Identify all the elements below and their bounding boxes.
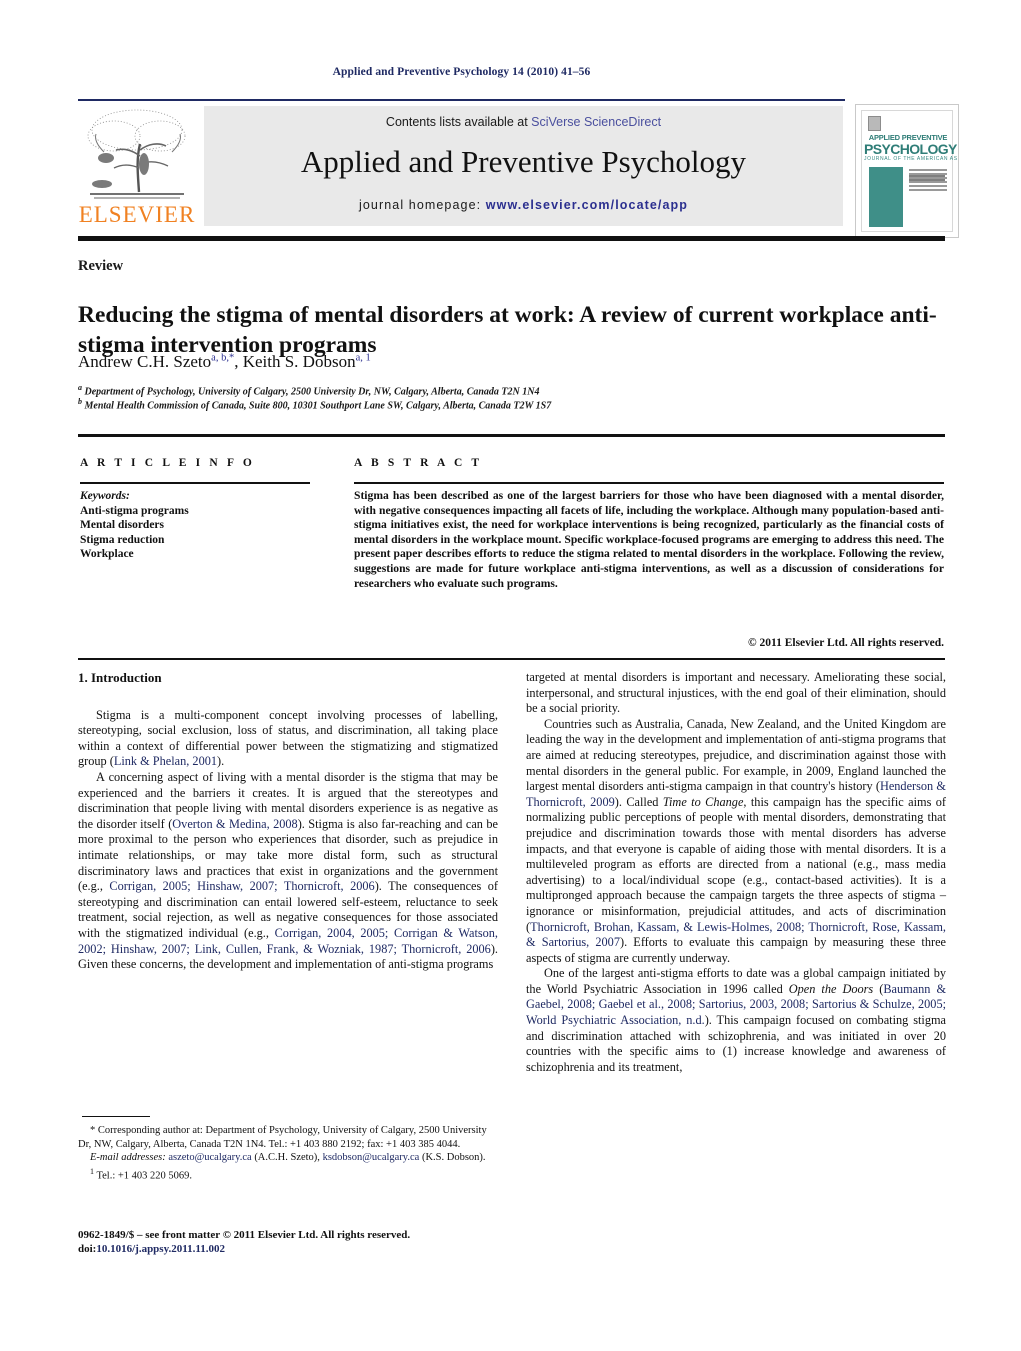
email-link-primary[interactable]: aszeto@ucalgary.ca xyxy=(168,1152,251,1163)
citation-link[interactable]: Sartorius, 2003, 2008; xyxy=(699,997,809,1011)
masthead-top-rule xyxy=(78,99,845,101)
footnote-rule xyxy=(82,1116,150,1117)
keywords-block: Keywords: Anti-stigma programs Mental di… xyxy=(80,489,320,562)
citation-link[interactable]: Overton & Medina, 2008 xyxy=(172,817,297,831)
email-link-secondary[interactable]: ksdobson@ucalgary.ca xyxy=(323,1152,420,1163)
contents-prefix: Contents lists available at xyxy=(385,115,532,129)
paragraph: targeted at mental disorders is importan… xyxy=(526,670,946,716)
running-head: Applied and Preventive Psychology 14 (20… xyxy=(332,66,591,78)
email-owner-secondary: (K.S. Dobson). xyxy=(421,1152,486,1164)
imprint-block: 0962-1849/$ – see front matter © 2011 El… xyxy=(78,1228,508,1256)
keyword-item: Stigma reduction xyxy=(80,533,165,546)
paragraph: Stigma is a multi-component concept invo… xyxy=(78,707,498,769)
journal-title: Applied and Preventive Psychology xyxy=(300,144,747,179)
citation-link[interactable]: World Psychiatric Association, n.d. xyxy=(526,1013,705,1027)
cover-elsevier-icon xyxy=(868,116,881,131)
keyword-item: Anti-stigma programs xyxy=(80,504,189,517)
paragraph: A concerning aspect of living with a men… xyxy=(78,769,499,972)
contents-lists-line: Contents lists available at SciVerse Sci… xyxy=(204,115,843,129)
email-label: E-mail addresses: xyxy=(90,1152,166,1164)
abstract-rule xyxy=(354,482,944,484)
elsevier-wordmark: ELSEVIER xyxy=(78,202,196,227)
citation-link[interactable]: Hinshaw, 2007; xyxy=(111,942,190,956)
citation-link[interactable]: Corrigan, 2005; xyxy=(109,879,190,893)
article-type-label: Review xyxy=(78,258,124,274)
journal-homepage-line: journal homepage: www.elsevier.com/locat… xyxy=(204,198,843,212)
email-owner-primary: (A.C.H. Szeto), xyxy=(254,1152,320,1164)
affiliation-b-marker: b xyxy=(78,397,82,406)
article-head-rule xyxy=(78,434,945,437)
campaign-name: Open the Doors xyxy=(788,981,874,996)
journal-masthead: ELSEVIER Contents lists available at Sci… xyxy=(78,104,959,238)
page-title: Reducing the stigma of mental disorders … xyxy=(78,301,937,358)
citation-link[interactable]: Gaebel et al., 2008; xyxy=(599,997,696,1011)
abstract-text: Stigma has been described as one of the … xyxy=(354,489,944,590)
journal-cover-thumbnail[interactable]: APPLIED PREVENTIVE PSYCHOLOGY JOURNAL OF… xyxy=(855,104,959,238)
cover-subtitle: JOURNAL OF THE AMERICAN ASSOCIATION OF A… xyxy=(864,156,958,162)
telephone-note-marker: 1 xyxy=(90,1166,94,1176)
citation-link[interactable]: Thornicroft, 2006 xyxy=(284,879,375,893)
citation-link[interactable]: Hinshaw, 2007; xyxy=(197,879,277,893)
affiliation-b: b Mental Health Commission of Canada, Su… xyxy=(78,395,946,413)
citation-link[interactable]: Thornicroft, 2006 xyxy=(402,942,491,956)
body-column-left: 1. Introduction Stigma is a multi-compon… xyxy=(78,670,498,973)
sciencedirect-link[interactable]: SciVerse ScienceDirect xyxy=(531,115,661,129)
article-info-heading: A R T I C L E I N F O xyxy=(80,457,255,469)
abstract-bottom-rule xyxy=(78,658,945,660)
elsevier-logo[interactable]: ELSEVIER xyxy=(78,106,196,230)
homepage-url-link[interactable]: www.elsevier.com/locate/app xyxy=(486,198,688,212)
affiliation-a-marker: a xyxy=(78,383,82,392)
keywords-label: Keywords: xyxy=(80,490,130,502)
author-list: Andrew C.H. Szetoa, b,*, Keith S. Dobson… xyxy=(78,352,371,371)
paragraph: Countries such as Australia, Canada, New… xyxy=(526,716,947,965)
section-heading-introduction: 1. Introduction xyxy=(78,670,162,685)
abstract-heading: A B S T R A C T xyxy=(354,457,483,469)
doi-line: doi:10.1016/j.appsy.2011.11.002 xyxy=(78,1242,508,1256)
elsevier-tree-icon xyxy=(84,106,190,202)
body-column-right: targeted at mental disorders is importan… xyxy=(526,670,946,1075)
email-note: E-mail addresses: aszeto@ucalgary.ca (A.… xyxy=(78,1151,498,1165)
paragraph: One of the largest anti-stigma efforts t… xyxy=(526,966,947,1074)
citation-link[interactable]: Thornicroft, Brohan, Kassam, & Lewis-Hol… xyxy=(530,920,804,934)
homepage-label: journal homepage: xyxy=(358,198,486,212)
corresponding-author-note: * Corresponding author at: Department of… xyxy=(78,1125,487,1150)
keyword-item: Workplace xyxy=(80,548,134,561)
doi-link[interactable]: 10.1016/j.appsy.2011.11.002 xyxy=(96,1243,225,1255)
masthead-band: Contents lists available at SciVerse Sci… xyxy=(204,106,843,226)
cover-title-line2: PSYCHOLOGY xyxy=(864,141,957,157)
doi-label: doi: xyxy=(78,1243,97,1255)
citation-link[interactable]: Corrigan, 2004, 2005; xyxy=(275,926,389,940)
copyright-line: © 2011 Elsevier Ltd. All rights reserved… xyxy=(748,637,944,649)
cover-text-lines xyxy=(909,169,947,203)
journal-cover-frame: APPLIED PREVENTIVE PSYCHOLOGY JOURNAL OF… xyxy=(861,110,958,232)
article-page: Applied and Preventive Psychology 14 (20… xyxy=(0,0,1021,1351)
telephone-note: 1 Tel.: +1 403 220 5069. xyxy=(78,1165,498,1183)
footnote-block: * Corresponding author at: Department of… xyxy=(78,1124,498,1183)
citation-link[interactable]: Link, Cullen, Frank, & Wozniak, 1987; xyxy=(195,942,397,956)
affiliation-b-text: Mental Health Commission of Canada, Suit… xyxy=(84,400,552,412)
masthead-bottom-rule xyxy=(78,236,945,241)
article-info-rule xyxy=(80,482,310,484)
citation-link[interactable]: Link & Phelan, 2001 xyxy=(114,754,217,768)
telephone-note-text: Tel.: +1 403 220 5069. xyxy=(96,1170,193,1182)
front-matter-line: 0962-1849/$ – see front matter © 2011 El… xyxy=(78,1229,411,1241)
cover-teal-panel xyxy=(869,167,903,227)
keyword-item: Mental disorders xyxy=(80,519,165,532)
campaign-name: Time to Change xyxy=(662,794,744,809)
citation-link[interactable]: Sartorius & Schulze, 2005; xyxy=(812,997,946,1011)
